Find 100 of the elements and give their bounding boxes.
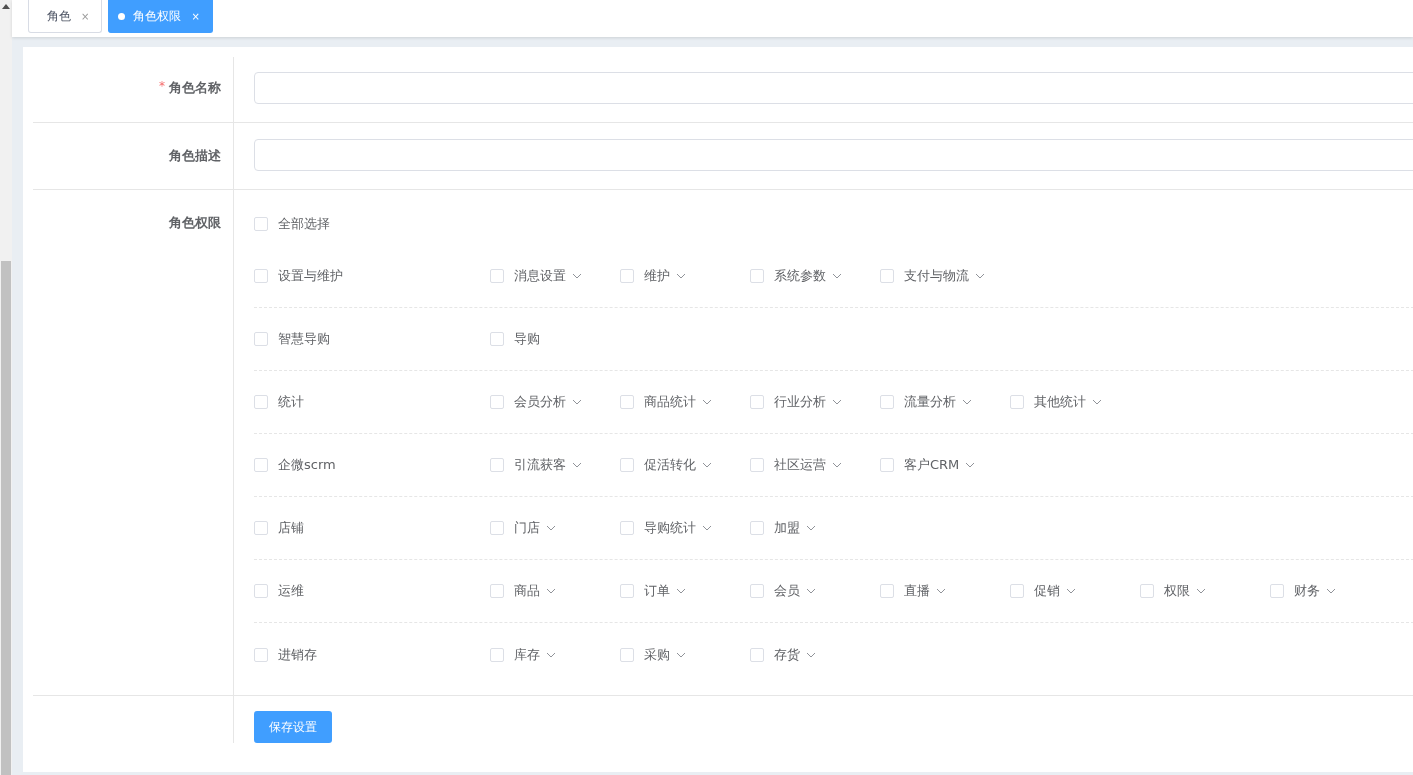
caret-icon[interactable] [572,462,582,468]
checkbox-label[interactable]: 行业分析 [774,393,826,411]
checkbox-label[interactable]: 门店 [514,519,540,537]
checkbox-label[interactable]: 商品 [514,582,540,600]
checkbox-label[interactable]: 进销存 [278,645,317,664]
checkbox-label[interactable]: 客户CRM [904,456,960,474]
checkbox[interactable] [750,584,764,598]
caret-icon[interactable] [676,651,686,658]
checkbox-label[interactable]: 智慧导购 [278,330,330,348]
checkbox[interactable] [1270,584,1284,598]
checkbox[interactable] [1140,584,1154,598]
caret-icon[interactable] [806,651,816,658]
checkbox[interactable] [254,584,268,598]
checkbox[interactable] [880,269,894,283]
checkbox-label[interactable]: 存货 [774,645,800,664]
checkbox[interactable] [620,521,634,535]
checkbox-label[interactable]: 统计 [278,393,304,411]
checkbox-label[interactable]: 其他统计 [1034,393,1086,411]
checkbox[interactable] [620,647,634,662]
checkbox[interactable] [254,332,268,346]
checkbox-label[interactable]: 加盟 [774,519,800,537]
checkbox-label[interactable]: 设置与维护 [278,267,343,285]
caret-icon[interactable] [572,399,582,405]
checkbox-label[interactable]: 引流获客 [514,456,566,474]
caret-icon[interactable] [1326,588,1336,594]
caret-icon[interactable] [1066,588,1076,594]
checkbox[interactable] [880,584,894,598]
checkbox[interactable] [750,647,764,662]
checkbox[interactable] [620,458,634,472]
checkbox[interactable] [620,395,634,409]
scrollbar[interactable] [0,0,12,775]
checkbox[interactable] [620,584,634,598]
caret-icon[interactable] [832,399,842,405]
checkbox[interactable] [1010,584,1024,598]
checkbox-label[interactable]: 会员 [774,582,800,600]
checkbox[interactable] [750,521,764,535]
caret-icon[interactable] [702,399,712,405]
caret-icon[interactable] [962,399,972,405]
caret-icon[interactable] [965,462,976,468]
checkbox-label[interactable]: 运维 [278,582,304,600]
checkbox-label[interactable]: 全部选择 [278,215,330,233]
checkbox-label[interactable]: 消息设置 [514,267,566,285]
checkbox[interactable] [750,458,764,472]
scroll-up-arrow-icon[interactable] [2,4,10,9]
checkbox[interactable] [254,269,268,283]
checkbox-label[interactable]: 促活转化 [644,456,696,474]
checkbox[interactable] [490,395,504,409]
caret-icon[interactable] [1092,399,1102,405]
caret-icon[interactable] [546,588,556,594]
checkbox[interactable] [490,521,504,535]
checkbox[interactable] [254,458,268,472]
caret-icon[interactable] [936,588,946,594]
checkbox[interactable] [254,395,268,409]
checkbox[interactable] [880,458,894,472]
checkbox-label[interactable]: 订单 [644,582,670,600]
checkbox-label[interactable]: 直播 [904,582,930,600]
input-field[interactable] [254,139,1413,171]
checkbox-label[interactable]: 系统参数 [774,267,826,285]
tab[interactable]: 角色 × [28,0,103,33]
caret-icon[interactable] [806,525,816,531]
input-field[interactable] [254,72,1413,104]
checkbox[interactable] [490,332,504,346]
checkbox[interactable] [254,647,268,662]
checkbox-label[interactable]: 导购统计 [644,519,696,537]
checkbox[interactable] [490,584,504,598]
checkbox-label[interactable]: 支付与物流 [904,267,969,285]
checkbox-label[interactable]: 权限 [1164,582,1190,600]
caret-icon[interactable] [975,273,985,279]
caret-icon[interactable] [546,651,556,658]
checkbox-label[interactable]: 维护 [644,267,670,285]
checkbox[interactable] [254,521,268,535]
caret-icon[interactable] [1196,588,1206,594]
checkbox-label[interactable]: 会员分析 [514,393,566,411]
checkbox[interactable] [490,458,504,472]
checkbox-label[interactable]: 库存 [514,645,540,664]
caret-icon[interactable] [572,273,582,279]
caret-icon[interactable] [676,588,686,594]
caret-icon[interactable] [702,462,712,468]
caret-icon[interactable] [676,273,686,279]
checkbox-label[interactable]: 流量分析 [904,393,956,411]
caret-icon[interactable] [702,525,712,531]
checkbox-label[interactable]: 企微scrm [278,456,336,474]
checkbox-label[interactable]: 促销 [1034,582,1060,600]
checkbox[interactable] [750,269,764,283]
checkbox-label[interactable]: 店铺 [278,519,304,537]
checkbox[interactable] [490,269,504,283]
checkbox[interactable] [880,395,894,409]
caret-icon[interactable] [832,462,842,468]
checkbox[interactable] [1010,395,1024,409]
checkbox[interactable] [490,647,504,662]
checkbox-label[interactable]: 采购 [644,645,670,664]
checkbox-label[interactable]: 财务 [1294,582,1320,600]
caret-icon[interactable] [832,273,842,279]
caret-icon[interactable] [546,525,556,531]
caret-icon[interactable] [806,588,816,594]
checkbox-label[interactable]: 社区运营 [774,456,826,474]
checkbox[interactable] [750,395,764,409]
checkbox[interactable] [254,217,268,231]
checkbox-label[interactable]: 导购 [514,330,540,348]
checkbox-label[interactable]: 商品统计 [644,393,696,411]
